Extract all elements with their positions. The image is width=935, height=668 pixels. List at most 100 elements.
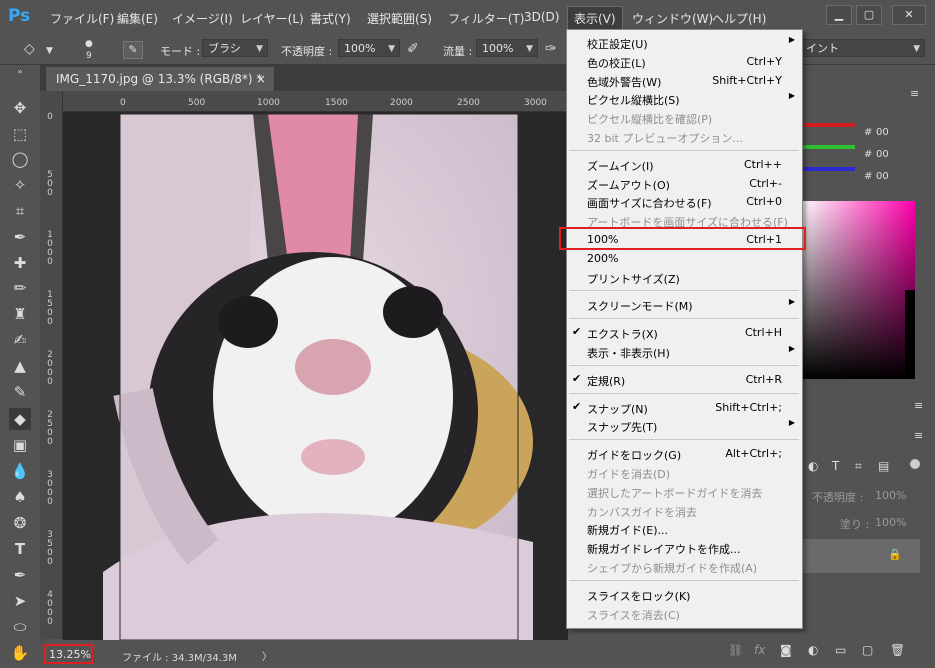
maximize-button[interactable]: ▢	[856, 5, 882, 25]
pressure-opacity-icon[interactable]: ✐	[407, 41, 419, 57]
menu-file[interactable]: ファイル(F)	[50, 10, 114, 27]
chevron-down-icon[interactable]: ▼	[46, 46, 53, 56]
link-layers-icon[interactable]: ⛓	[728, 643, 743, 657]
stamp-tool-icon[interactable]: ▲	[9, 355, 31, 377]
blue-slider[interactable]	[800, 167, 855, 171]
red-slider[interactable]	[800, 123, 855, 127]
menu-help[interactable]: ヘルプ(H)	[712, 10, 766, 27]
view-menu-item[interactable]: プリントサイズ(Z)	[567, 268, 802, 286]
view-menu-item[interactable]: ✔ エクストラ(X) Ctrl+H	[567, 323, 802, 341]
gradient-tool-icon[interactable]: ▣	[9, 434, 31, 456]
ellipse-tool-icon[interactable]: ⬭	[9, 616, 31, 638]
fill-value[interactable]: 100%	[875, 516, 906, 529]
new-group-icon[interactable]: ▭	[835, 643, 846, 657]
menu-image[interactable]: イメージ(I)	[172, 10, 233, 27]
healing-brush-tool-icon[interactable]: ✚	[9, 252, 31, 274]
color-spectrum-strip[interactable]	[905, 290, 915, 379]
view-menu-item: ピクセル縦横比を確認(P)	[567, 108, 802, 126]
adjustment-layer-icon[interactable]: ◐	[808, 459, 818, 473]
view-menu-item[interactable]: ピクセル縦横比(S) ▶	[567, 89, 802, 107]
opacity-input[interactable]: 100% ▼	[338, 39, 400, 57]
delete-layer-icon[interactable]: 🗑	[890, 643, 905, 657]
new-layer-icon[interactable]: ▢	[862, 643, 873, 657]
view-menu-item[interactable]: 新規ガイドレイアウトを作成...	[567, 538, 802, 556]
view-menu-item[interactable]: ガイドをロック(G) Alt+Ctrl+;	[567, 444, 802, 462]
document-canvas[interactable]	[63, 112, 568, 640]
view-menu-item[interactable]: 表示・非表示(H) ▶	[567, 342, 802, 360]
view-menu-item[interactable]: 色域外警告(W) Shift+Ctrl+Y	[567, 71, 802, 89]
zoom-level-field[interactable]: 13.25%	[49, 648, 91, 661]
view-menu-item[interactable]: 新規ガイド(E)...	[567, 519, 802, 537]
expand-arrows-icon[interactable]: »	[9, 67, 31, 77]
view-menu-item[interactable]: ✔ スナップ(N) Shift+Ctrl+;	[567, 398, 802, 416]
history-brush-tool-icon[interactable]: ✍	[9, 329, 31, 351]
marquee-tool-icon[interactable]: ⬚	[9, 123, 31, 145]
eraser-tool-icon[interactable]: ◇	[24, 41, 35, 57]
color-b-value[interactable]: 00	[876, 171, 889, 182]
art-history-brush-icon[interactable]: ✎	[9, 381, 31, 403]
lasso-tool-icon[interactable]: ◯	[9, 148, 31, 170]
background-layer-row[interactable]: 🔒	[800, 539, 920, 573]
menu-window[interactable]: ウィンドウ(W)	[632, 10, 713, 27]
new-adjustment-icon[interactable]: ◐	[808, 643, 818, 657]
menu-select[interactable]: 選択範囲(S)	[367, 10, 432, 27]
document-tab[interactable]: IMG_1170.jpg @ 13.3% (RGB/8*) * ×	[46, 67, 274, 91]
vertical-ruler[interactable]: 0 5 0 0 1 0 0 0 1 5 0 0 2 0 0 0 2 5 0 0 …	[40, 91, 63, 639]
color-picker-field[interactable]	[800, 201, 915, 379]
mode-select[interactable]: ブラシ ▼	[202, 39, 268, 57]
menu-layer[interactable]: レイヤー(L)	[240, 10, 304, 27]
tab-close-icon[interactable]: ×	[256, 67, 266, 91]
panel-menu-icon[interactable]: ≡	[914, 429, 923, 442]
sponge-tool-icon[interactable]: ❂	[9, 512, 31, 534]
move-tool-icon[interactable]: ✥	[9, 97, 31, 119]
layer-opacity-value[interactable]: 100%	[875, 489, 906, 502]
close-window-button[interactable]: ✕	[892, 5, 926, 25]
view-menu-item[interactable]: 色の校正(L) Ctrl+Y	[567, 52, 802, 70]
color-g-value[interactable]: 00	[876, 149, 889, 160]
menu-filter[interactable]: フィルター(T)	[448, 10, 524, 27]
status-arrow-icon[interactable]: 〉	[262, 648, 272, 663]
view-menu-item[interactable]: スナップ先(T) ▶	[567, 416, 802, 434]
clone-stamp-tool-icon[interactable]: ♜	[9, 303, 31, 325]
blur-tool-icon[interactable]: 💧	[9, 460, 31, 482]
view-menu-item[interactable]: 200%	[567, 249, 802, 267]
path-selection-tool-icon[interactable]: ➤	[9, 590, 31, 612]
shape-filter-icon[interactable]: ⌗	[855, 459, 862, 474]
minimize-button[interactable]: ▁	[826, 5, 852, 25]
type-filter-icon[interactable]: T	[832, 459, 839, 473]
type-tool-icon[interactable]: T	[9, 538, 31, 560]
panel-menu-icon[interactable]: ≡	[914, 399, 923, 412]
pen-tool-icon[interactable]: ✒	[9, 564, 31, 586]
airbrush-icon[interactable]: ✑	[545, 41, 557, 57]
workspace-select[interactable]: イント ▼	[800, 39, 925, 57]
view-menu-item[interactable]: ✔ 定規(R) Ctrl+R	[567, 370, 802, 388]
horizontal-ruler[interactable]: 0 500 1000 1500 2000 2500 3000	[62, 91, 568, 112]
flow-input[interactable]: 100% ▼	[476, 39, 538, 57]
view-menu-item[interactable]: 画面サイズに合わせる(F) Ctrl+0	[567, 192, 802, 210]
brush-preset-icon[interactable]: ●	[85, 39, 93, 49]
filter-toggle-icon[interactable]	[910, 459, 920, 469]
green-slider[interactable]	[800, 145, 855, 149]
eraser-tool-icon[interactable]: ◆	[9, 408, 31, 430]
view-menu-item[interactable]: スクリーンモード(M) ▶	[567, 295, 802, 313]
crop-tool-icon[interactable]: ⌗	[9, 200, 31, 222]
view-menu-item[interactable]: スライスをロック(K)	[567, 585, 802, 603]
menu-3d[interactable]: 3D(D)	[524, 10, 559, 24]
smart-object-icon[interactable]: ▤	[878, 459, 889, 473]
menu-view[interactable]: 表示(V)	[567, 6, 623, 31]
dodge-tool-icon[interactable]: ♠	[9, 486, 31, 508]
menu-type[interactable]: 書式(Y)	[310, 10, 351, 27]
brush-panel-icon[interactable]: ✎	[123, 41, 143, 59]
layer-mask-icon[interactable]: ◙	[780, 643, 792, 657]
menu-edit[interactable]: 編集(E)	[117, 10, 158, 27]
fx-icon[interactable]: fx	[754, 643, 765, 657]
panel-menu-icon[interactable]: ≡	[910, 87, 919, 100]
view-menu-item[interactable]: ズームイン(I) Ctrl++	[567, 155, 802, 173]
magic-wand-tool-icon[interactable]: ✧	[9, 174, 31, 196]
color-r-value[interactable]: 00	[876, 127, 889, 138]
brush-tool-icon[interactable]: ✏	[9, 277, 31, 299]
eyedropper-tool-icon[interactable]: ✒	[9, 226, 31, 248]
view-menu-item[interactable]: 校正設定(U) ▶	[567, 33, 802, 51]
hand-tool-icon[interactable]: ✋	[9, 642, 31, 664]
view-menu-item[interactable]: ズームアウト(O) Ctrl+-	[567, 174, 802, 192]
